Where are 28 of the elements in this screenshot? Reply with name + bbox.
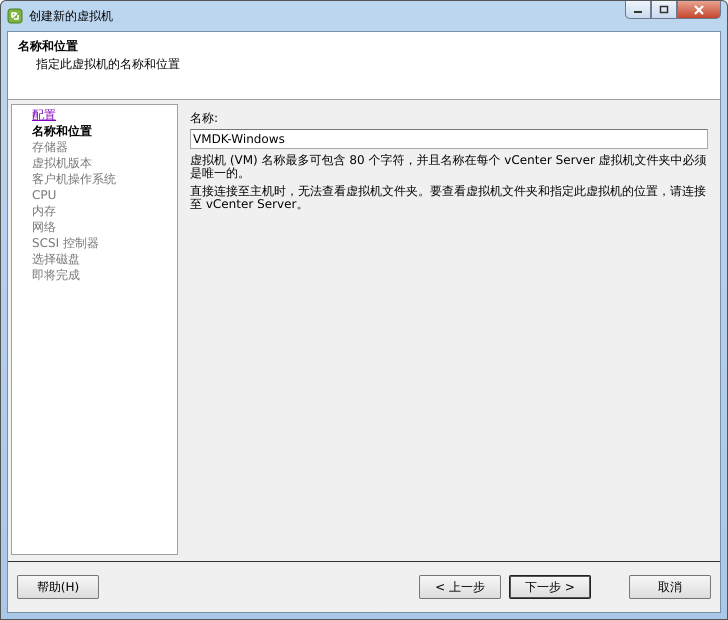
- window-title: 创建新的虚拟机: [29, 8, 114, 24]
- step-item: 网络: [32, 219, 57, 235]
- app-icon: [7, 8, 23, 24]
- name-label: 名称:: [190, 110, 220, 127]
- info-text: 直接连接至主机时，无法查看虚拟机文件夹。要查看虚拟机文件夹和指定此虚拟机的位置，请连接至 vCenter Server。: [190, 185, 707, 211]
- step-item: 即将完成: [32, 267, 81, 283]
- next-button[interactable]: 下一步 >: [509, 575, 591, 599]
- step-item: 客户机操作系统: [32, 171, 117, 187]
- page-subtitle: 指定此虚拟机的名称和位置: [36, 56, 181, 73]
- step-item: CPU: [32, 187, 58, 203]
- step-item: 名称和位置: [32, 123, 93, 139]
- minimize-button[interactable]: [625, 1, 651, 19]
- close-button[interactable]: [677, 1, 721, 19]
- help-button[interactable]: 帮助(H): [17, 575, 99, 599]
- info-text: 虚拟机 (VM) 名称最多可包含 80 个字符，并且名称在每个 vCenter Server 虚拟机文件夹中必须是唯一的。: [190, 154, 708, 180]
- step-item: 内存: [32, 203, 57, 219]
- close-icon: [693, 4, 705, 14]
- step-item[interactable]: 配置: [32, 107, 177, 123]
- step-item: 选择磁盘: [32, 251, 81, 267]
- maximize-button[interactable]: [651, 1, 677, 19]
- maximize-icon: [659, 5, 669, 14]
- cancel-button[interactable]: 取消: [629, 575, 711, 599]
- name-field[interactable]: VMDK-Windows: [190, 129, 708, 149]
- page-title: 名称和位置: [18, 38, 79, 55]
- step-item: SCSI 控制器: [32, 235, 100, 251]
- step-item: 存储器: [32, 139, 69, 155]
- step-item: 虚拟机版本: [32, 155, 93, 171]
- back-button[interactable]: < 上一步: [419, 575, 501, 599]
